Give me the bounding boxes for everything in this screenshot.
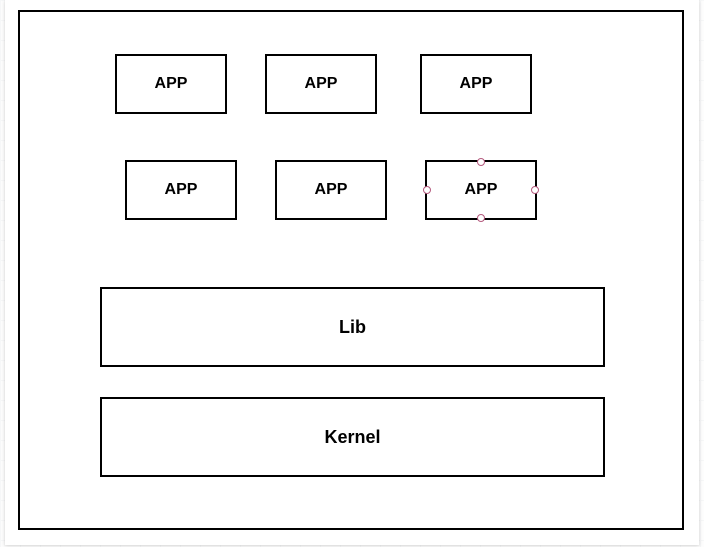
resize-handle-bottom[interactable] — [477, 214, 485, 222]
app-box-4[interactable]: APP — [125, 160, 237, 220]
app-label: APP — [460, 75, 493, 93]
app-box-5[interactable]: APP — [275, 160, 387, 220]
app-label: APP — [315, 181, 348, 199]
app-label: APP — [305, 75, 338, 93]
app-box-3[interactable]: APP — [420, 54, 532, 114]
app-label: APP — [465, 181, 498, 199]
lib-box[interactable]: Lib — [100, 287, 605, 367]
resize-handle-top[interactable] — [477, 158, 485, 166]
kernel-label: Kernel — [324, 427, 380, 448]
app-label: APP — [155, 75, 188, 93]
outer-container: APP APP APP APP APP APP Lib Kernel — [18, 10, 684, 530]
kernel-box[interactable]: Kernel — [100, 397, 605, 477]
app-box-6-selected[interactable]: APP — [425, 160, 537, 220]
app-box-2[interactable]: APP — [265, 54, 377, 114]
app-box-1[interactable]: APP — [115, 54, 227, 114]
resize-handle-right[interactable] — [531, 186, 539, 194]
lib-label: Lib — [339, 317, 366, 338]
resize-handle-left[interactable] — [423, 186, 431, 194]
app-label: APP — [165, 181, 198, 199]
